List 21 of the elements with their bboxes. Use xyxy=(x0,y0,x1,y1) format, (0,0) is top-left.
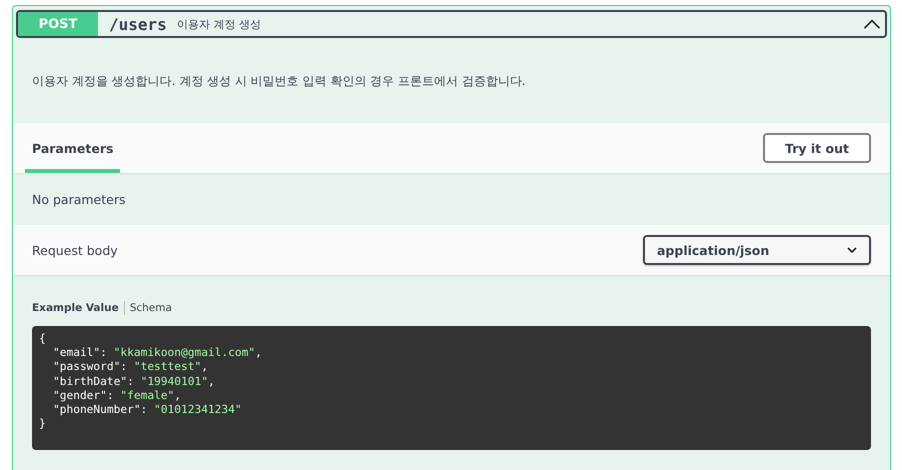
code-line: "password": "testtest", xyxy=(52,360,208,375)
example-tab[interactable]: Schema xyxy=(130,302,177,314)
endpoint-path: /users xyxy=(109,14,167,34)
operation-description: 이용자 계정을 생성합니다. 계정 생성 시 비밀번호 입력 확인의 경우 프론트에서 검증합니다. xyxy=(31,73,527,90)
operation-summary: 이용자 계정 생성 xyxy=(176,16,261,32)
example-tab[interactable]: Example Value xyxy=(32,302,124,314)
try-it-out-button[interactable]: Try it out xyxy=(763,133,871,163)
chevron-up-icon[interactable] xyxy=(863,19,881,29)
code-line: "phoneNumber": "01012341234" xyxy=(52,403,242,418)
section-tab[interactable]: Parameters xyxy=(25,123,120,173)
method-badge: POST xyxy=(18,12,98,36)
code-line: { xyxy=(39,332,46,346)
code-line: } xyxy=(39,417,46,432)
chevron-down-icon xyxy=(847,247,857,253)
request-body-label: Request body xyxy=(32,242,118,258)
parameters-message: No parameters xyxy=(32,192,126,206)
code-line: "email": "kkamikoon@gmail.com", xyxy=(52,346,262,360)
content-type-select[interactable]: application/json xyxy=(643,235,871,265)
code-line: "gender": "female", xyxy=(52,388,182,404)
operation-header[interactable]: POST /users 이용자 계정 생성 xyxy=(16,10,887,38)
code-line: "birthDate": "19940101", xyxy=(52,374,215,389)
